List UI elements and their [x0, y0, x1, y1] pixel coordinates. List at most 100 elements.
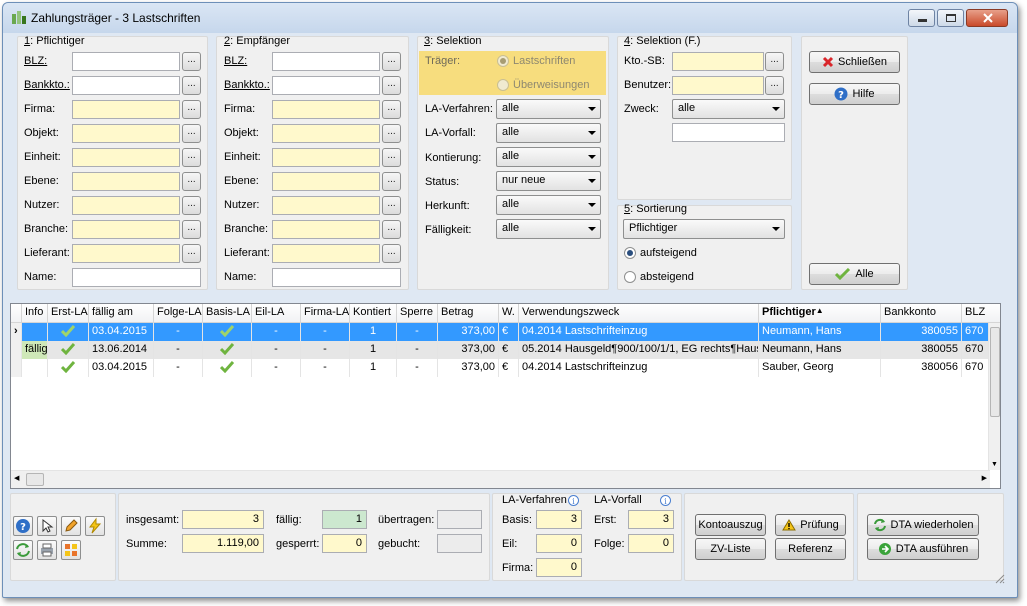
zv-liste-button[interactable]: ZV-Liste: [695, 538, 766, 560]
sortierung-select[interactable]: Pflichtiger: [623, 219, 785, 239]
vertical-scroll-thumb[interactable]: [990, 327, 1000, 417]
pfl-einheit-lookup-button[interactable]: ...: [182, 148, 201, 167]
pfl-nutzer-lookup-button[interactable]: ...: [182, 196, 201, 215]
layout-button[interactable]: [61, 540, 81, 560]
emp-lieferant-lookup-button[interactable]: ...: [382, 244, 401, 263]
scroll-right-arrow-icon[interactable]: ▶: [982, 474, 987, 482]
col-header-info[interactable]: Info: [22, 304, 48, 323]
kontierung-select[interactable]: alle: [496, 147, 601, 167]
pfl-objekt-lookup-button[interactable]: ...: [182, 124, 201, 143]
info-icon[interactable]: i: [660, 495, 671, 506]
col-header-firma-la[interactable]: Firma-LA: [301, 304, 350, 323]
referenz-button[interactable]: Referenz: [775, 538, 846, 560]
scroll-down-arrow-icon[interactable]: ▼: [991, 461, 998, 468]
print-button[interactable]: [37, 540, 57, 560]
pfl-blz-input[interactable]: [72, 52, 180, 71]
pfl-ebene-lookup-button[interactable]: ...: [182, 172, 201, 191]
col-header-pflichtiger[interactable]: Pflichtiger▲: [759, 304, 881, 323]
horizontal-scroll-thumb[interactable]: [26, 473, 44, 486]
pfl-name-input[interactable]: [72, 268, 201, 287]
pfl-ebene-input[interactable]: [72, 172, 180, 191]
pfl-lieferant-lookup-button[interactable]: ...: [182, 244, 201, 263]
pfl-bankkto-lookup-button[interactable]: ...: [182, 76, 201, 95]
emp-nutzer-input[interactable]: [272, 196, 380, 215]
pfl-objekt-input[interactable]: [72, 124, 180, 143]
emp-blz-input[interactable]: [272, 52, 380, 71]
maximize-button[interactable]: [937, 9, 964, 27]
col-header-faellig-am[interactable]: fällig am: [89, 304, 154, 323]
zweck-text-input[interactable]: [672, 123, 785, 142]
emp-blz-lookup-button[interactable]: ...: [382, 52, 401, 71]
pfl-einheit-input[interactable]: [72, 148, 180, 167]
emp-objekt-input[interactable]: [272, 124, 380, 143]
action-button[interactable]: [85, 516, 105, 536]
col-header-verwendungszweck[interactable]: Verwendungszweck: [519, 304, 759, 323]
kto-sb-lookup-button[interactable]: ...: [765, 52, 784, 71]
emp-branche-input[interactable]: [272, 220, 380, 239]
alle-button[interactable]: Alle: [809, 263, 900, 285]
emp-einheit-input[interactable]: [272, 148, 380, 167]
info-icon[interactable]: i: [568, 495, 579, 506]
emp-firma-input[interactable]: [272, 100, 380, 119]
emp-lieferant-input[interactable]: [272, 244, 380, 263]
table-row[interactable]: 03.04.2015 - - - 1 - 373,00 € 04.2014 La…: [11, 359, 990, 377]
faelligkeit-select[interactable]: alle: [496, 219, 601, 239]
emp-bankkto-lookup-button[interactable]: ...: [382, 76, 401, 95]
emp-bankkto-input[interactable]: [272, 76, 380, 95]
aufsteigend-radio[interactable]: [624, 247, 636, 259]
emp-firma-lookup-button[interactable]: ...: [382, 100, 401, 119]
pfl-nutzer-input[interactable]: [72, 196, 180, 215]
emp-name-input[interactable]: [272, 268, 401, 287]
status-select[interactable]: nur neue: [496, 171, 601, 191]
pfl-firma-lookup-button[interactable]: ...: [182, 100, 201, 119]
zweck-select[interactable]: alle: [672, 99, 785, 119]
absteigend-radio[interactable]: [624, 271, 636, 283]
refresh-button[interactable]: [13, 540, 33, 560]
col-header-bankkonto[interactable]: Bankkonto: [881, 304, 962, 323]
dta-ausfuehren-button[interactable]: DTA ausführen: [867, 538, 979, 560]
ueberweisungen-radio[interactable]: [497, 79, 509, 91]
benutzer-input[interactable]: [672, 76, 764, 95]
dta-wiederholen-button[interactable]: DTA wiederholen: [867, 514, 979, 536]
hilfe-button[interactable]: ? Hilfe: [809, 83, 900, 105]
col-header-blz[interactable]: BLZ: [962, 304, 1000, 323]
pfl-branche-input[interactable]: [72, 220, 180, 239]
col-header-basis-la[interactable]: Basis-LA: [203, 304, 252, 323]
vertical-scrollbar[interactable]: ▼: [988, 323, 1000, 470]
la-vorfall-select[interactable]: alle: [496, 123, 601, 143]
table-row[interactable]: › 03.04.2015 - - - 1 - 373,00 € 04.2014 …: [11, 323, 990, 341]
col-header-folge-la[interactable]: Folge-LA: [154, 304, 203, 323]
lastschriften-radio[interactable]: [497, 55, 509, 67]
kontoauszug-button[interactable]: Kontoauszug: [695, 514, 766, 536]
emp-ebene-input[interactable]: [272, 172, 380, 191]
kto-sb-input[interactable]: [672, 52, 764, 71]
scroll-left-arrow-icon[interactable]: ◀: [14, 474, 19, 482]
schliessen-button[interactable]: Schließen: [809, 51, 900, 73]
pfl-branche-lookup-button[interactable]: ...: [182, 220, 201, 239]
pfl-bankkto-input[interactable]: [72, 76, 180, 95]
col-header-kontiert[interactable]: Kontiert: [350, 304, 397, 323]
close-window-button[interactable]: [966, 9, 1008, 27]
pruefung-button[interactable]: Prüfung: [775, 514, 846, 536]
resize-grip-icon[interactable]: [993, 572, 1005, 584]
help-button[interactable]: ?: [13, 516, 33, 536]
col-header-eil-la[interactable]: Eil-LA: [252, 304, 301, 323]
minimize-button[interactable]: [908, 9, 935, 27]
benutzer-lookup-button[interactable]: ...: [765, 76, 784, 95]
emp-objekt-lookup-button[interactable]: ...: [382, 124, 401, 143]
edit-button[interactable]: [61, 516, 81, 536]
pfl-blz-lookup-button[interactable]: ...: [182, 52, 201, 71]
emp-nutzer-lookup-button[interactable]: ...: [382, 196, 401, 215]
herkunft-select[interactable]: alle: [496, 195, 601, 215]
col-header-waehrung[interactable]: W.: [499, 304, 519, 323]
pfl-lieferant-input[interactable]: [72, 244, 180, 263]
emp-ebene-lookup-button[interactable]: ...: [382, 172, 401, 191]
select-tool-button[interactable]: [37, 516, 57, 536]
col-header-sperre[interactable]: Sperre: [397, 304, 438, 323]
col-header-erst-la[interactable]: Erst-LA: [48, 304, 89, 323]
table-row[interactable]: fällig 13.06.2014 - - - 1 - 373,00 € 05.…: [11, 341, 990, 359]
pfl-firma-input[interactable]: [72, 100, 180, 119]
emp-einheit-lookup-button[interactable]: ...: [382, 148, 401, 167]
emp-branche-lookup-button[interactable]: ...: [382, 220, 401, 239]
col-header-betrag[interactable]: Betrag: [438, 304, 499, 323]
